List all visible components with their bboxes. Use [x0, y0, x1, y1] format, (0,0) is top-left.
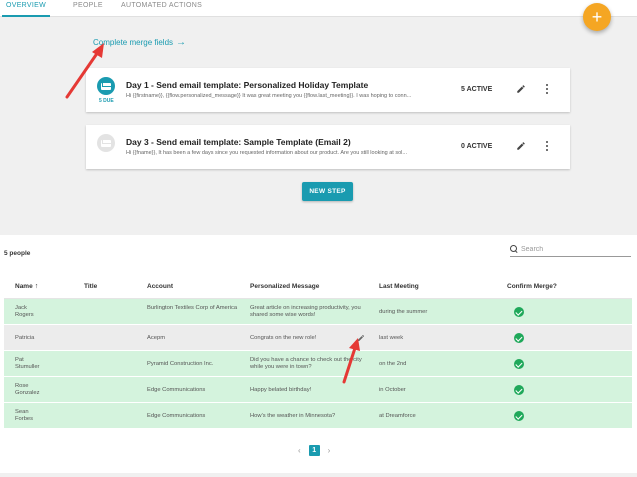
new-step-button[interactable]: NEW STEP: [302, 182, 353, 201]
step-preview: Hi {{fname}}, It has been a few days sin…: [126, 150, 407, 156]
edit-pencil-icon[interactable]: [516, 141, 526, 151]
envelope-icon: [101, 82, 111, 90]
complete-merge-fields-link[interactable]: Complete merge fields →: [93, 37, 186, 48]
email-step-icon: [97, 77, 115, 95]
sort-ascending-icon: ↑: [34, 283, 39, 290]
cell-last-meeting: in October: [379, 387, 406, 393]
cell-account: Pyramid Construction Inc.: [147, 361, 214, 367]
cell-account: Burlington Textiles Corp of America: [147, 305, 238, 311]
people-panel: 5 people Name↑ Title Account Personalize…: [0, 235, 637, 473]
step-active-count: 0 ACTIVE: [461, 143, 493, 150]
check-circle-icon[interactable]: [514, 411, 524, 421]
column-header-title[interactable]: Title: [84, 283, 97, 290]
cell-last-meeting: last week: [379, 335, 404, 341]
table-row[interactable]: Jack Rogers Burlington Textiles Corp of A…: [4, 299, 632, 325]
due-badge: 5 DUE: [99, 98, 114, 104]
cell-last-meeting: during the summer: [379, 309, 428, 315]
people-table: Name ↑ Title Account Personalized Message…: [4, 275, 632, 429]
table-row[interactable]: Patricia Acepm Congrats on the new role! la…: [4, 325, 632, 351]
column-header-confirm-merge[interactable]: Confirm Merge?: [507, 283, 557, 290]
column-header-name[interactable]: Name ↑: [15, 283, 38, 290]
cell-personalized-message[interactable]: Congrats on the new role!: [250, 335, 362, 342]
envelope-icon: [101, 139, 111, 147]
check-circle-icon[interactable]: [514, 333, 524, 343]
cell-last-meeting: at Dreamforce: [379, 413, 416, 419]
current-page[interactable]: 1: [308, 445, 320, 456]
cell-account: Edge Communications: [147, 413, 206, 419]
cell-name: Pat Stumuller: [15, 357, 40, 370]
prev-page-icon[interactable]: ‹: [298, 446, 301, 455]
sequence-step-card[interactable]: 5 DUE Day 1 - Send email template: Perso…: [86, 68, 570, 112]
search-input[interactable]: [521, 245, 626, 253]
merge-link-label: Complete merge fields: [93, 38, 174, 47]
step-active-count: 5 ACTIVE: [461, 86, 493, 93]
cell-last-meeting: on the 2nd: [379, 361, 407, 367]
cell-account: Acepm: [147, 335, 166, 341]
tab-overview[interactable]: OVERVIEW: [1, 0, 51, 17]
search-box: [510, 242, 631, 257]
tab-automated-actions[interactable]: AUTOMATED ACTIONS: [121, 0, 202, 17]
search-icon: [510, 245, 518, 253]
people-count: 5 people: [4, 250, 31, 257]
check-circle-icon[interactable]: [514, 307, 524, 317]
check-circle-icon[interactable]: [514, 385, 524, 395]
cell-personalized-message[interactable]: Great article on increasing productivity…: [250, 305, 362, 319]
cell-account: Edge Communications: [147, 387, 206, 393]
next-page-icon[interactable]: ›: [328, 446, 331, 455]
cell-name: Patricia: [15, 335, 35, 341]
more-vert-icon[interactable]: [545, 84, 549, 94]
cell-name: Jack Rogers: [15, 305, 34, 318]
column-header-account[interactable]: Account: [147, 283, 173, 290]
arrow-right-icon: →: [176, 37, 187, 48]
tab-people[interactable]: PEOPLE: [73, 0, 103, 17]
cell-name: Sean Forbes: [15, 409, 34, 422]
cell-personalized-message[interactable]: How's the weather in Minnesota?: [250, 413, 362, 420]
column-header-last-meeting[interactable]: Last Meeting: [379, 283, 419, 290]
cell-personalized-message[interactable]: Did you have a chance to check out the c…: [250, 357, 362, 371]
table-row[interactable]: Sean Forbes Edge Communications How's the …: [4, 403, 632, 429]
table-row[interactable]: Pat Stumuller Pyramid Construction Inc. Di…: [4, 351, 632, 377]
cell-personalized-message[interactable]: Happy belated birthday!: [250, 387, 362, 394]
step-title: Day 1 - Send email template: Personalize…: [126, 80, 369, 90]
step-preview: Hi {{firstname}}, {{flow.personalized_me…: [126, 93, 412, 99]
edit-pencil-icon[interactable]: [357, 334, 365, 342]
more-vert-icon[interactable]: [545, 141, 549, 151]
tab-bar: OVERVIEW PEOPLE AUTOMATED ACTIONS: [0, 0, 637, 17]
column-header-personalized-message[interactable]: Personalized Message: [250, 283, 362, 290]
table-row[interactable]: Rose Gonzalez Edge Communications Happy be…: [4, 377, 632, 403]
table-header: Name ↑ Title Account Personalized Message…: [4, 275, 632, 299]
email-step-icon: [97, 134, 115, 152]
sequence-step-card[interactable]: Day 3 - Send email template: Sample Temp…: [86, 125, 570, 169]
step-title: Day 3 - Send email template: Sample Temp…: [126, 137, 351, 147]
check-circle-icon[interactable]: [514, 359, 524, 369]
pagination: ‹ 1 ›: [298, 445, 330, 456]
cell-name: Rose Gonzalez: [15, 383, 40, 396]
edit-pencil-icon[interactable]: [516, 84, 526, 94]
add-fab-button[interactable]: +: [583, 3, 611, 31]
